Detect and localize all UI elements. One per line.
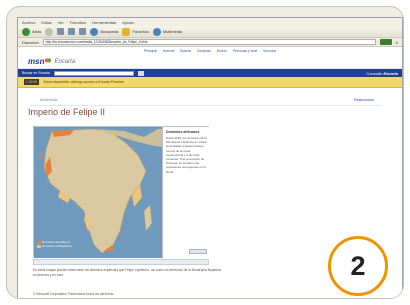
legend-swatch [37,244,41,248]
nav-link[interactable]: Buscar [180,49,191,53]
legend-item: Dominios portugueses [37,244,72,248]
consult-brand: Encarta [383,70,398,76]
info-panel: Dominios africanos Hacia 1581, los domin… [162,127,210,258]
search-go-button[interactable] [137,70,144,76]
article-text: En estos mapas pueden observarse los dom… [33,268,222,277]
step-number: 2 [350,250,366,281]
stop-icon[interactable] [57,28,65,35]
map-graphic [34,127,162,258]
step-number-callout: 2 [328,236,388,296]
consult-prefix: Consulte [366,70,383,76]
favorites-button[interactable]: Favoritos [122,27,149,36]
banner-text[interactable]: Ahora disponible: obtenga acceso a Encar… [43,80,124,84]
refresh-icon[interactable] [68,28,76,35]
back-label: Atrás [32,29,42,34]
panel-button[interactable] [189,249,207,254]
copyright-note: © Microsoft Corporation. Reservados todo… [33,292,115,296]
nav-link[interactable]: Dinero [217,49,227,53]
page-title: Imperio de Felipe II [28,107,106,117]
media-viewer: Dominios de Felipe II Dominios portugues… [33,126,210,258]
encarta-brand: Encarta [54,58,76,65]
back-button[interactable]: Atrás [22,27,42,36]
nav-link[interactable]: Principal [144,49,157,53]
favorites-label: Favoritos [132,29,149,34]
url-input[interactable]: http://es.encarta.msn.com/media_12150198… [42,39,376,45]
panel-text: Hacia 1581, los dominios de la Monarquía… [166,136,207,174]
panel-title: Dominios africanos [166,130,200,134]
search-row: Buscar en Encarta Consulte Encarta [18,69,402,77]
menu-item[interactable]: Editar [41,20,51,25]
multimedia-label: Multimedia [162,29,183,34]
legend-label: Dominios portugueses [42,244,72,248]
msn-logo-text: msn [28,57,45,66]
menu-item[interactable]: Ver [58,20,64,25]
media-icon [152,27,161,36]
consult-encarta-link[interactable]: Consulte Encarta [366,71,398,76]
media-caption-bar [33,259,209,265]
menu-item[interactable]: Archivo [22,20,35,25]
address-label: Dirección [22,39,39,45]
address-bar: Dirección http://es.encarta.msn.com/medi… [18,38,402,47]
menu-item[interactable]: Herramientas [92,20,116,25]
nav-link[interactable]: Compras [197,49,211,53]
menu-item[interactable]: Favoritos [70,20,86,25]
map-legend: Dominios de Felipe II Dominios portugues… [37,240,72,248]
nav-link[interactable]: Personas y chat [233,49,257,53]
africa-map[interactable]: Dominios de Felipe II Dominios portugues… [34,127,162,258]
back-arrow-icon [22,27,30,36]
msn-logo[interactable]: msn [28,57,52,66]
related-link[interactable]: Relacionado [354,98,374,102]
banner-badge: 1.00.00 [24,79,40,85]
promo-banner: 1.00.00 Ahora disponible: obtenga acceso… [18,77,402,88]
search-icon [90,27,99,36]
go-label: Ir [395,39,398,45]
forward-arrow-icon[interactable] [45,27,54,36]
divider [30,105,382,106]
msn-header: msn Encarta [18,55,402,69]
msn-nav-links: Principal Hotmail Buscar Compras Dinero … [18,47,402,55]
encarta-search-input[interactable] [53,70,134,76]
search-caption: Buscar en Encarta [22,71,50,75]
search-label: Búsqueda [100,29,119,34]
nav-link[interactable]: Hotmail [163,49,175,53]
star-icon [122,27,131,36]
breadcrumb[interactable]: Multimedia [40,98,57,102]
browser-toolbar: Atrás Búsqueda Favoritos Multimedia [18,26,402,38]
home-icon[interactable] [79,28,87,35]
menu-item[interactable]: Ayuda [122,20,133,25]
multimedia-button[interactable]: Multimedia [152,27,183,36]
search-button[interactable]: Búsqueda [90,27,119,36]
menu-bar: Archivo Editar Ver Favoritos Herramienta… [18,18,402,26]
nav-link[interactable]: Vínculos [263,49,276,53]
butterfly-icon [45,58,52,64]
go-button[interactable] [379,39,392,45]
